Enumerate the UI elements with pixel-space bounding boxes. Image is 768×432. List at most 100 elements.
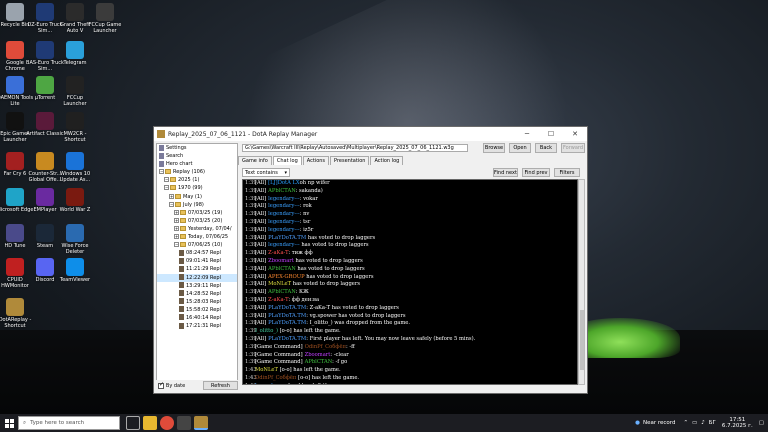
tray-status-text: Near record: [642, 420, 676, 426]
tree-node[interactable]: 13:29:11 Repl: [157, 282, 237, 290]
chat-scrollbar[interactable]: [578, 179, 585, 385]
find-prev-button[interactable]: Find prev: [522, 168, 550, 177]
forward-button[interactable]: Forward: [561, 143, 585, 153]
desktop-icon[interactable]: World War Z: [56, 188, 94, 213]
minimize-icon[interactable]: ─: [515, 130, 539, 138]
expand-toggle-icon[interactable]: +: [174, 225, 179, 231]
tree-node[interactable]: − July (98): [157, 201, 237, 209]
tree-node-label: 07/06/25 (10): [188, 242, 223, 249]
replay-file-icon: [179, 274, 184, 280]
tree-node[interactable]: − Replay (106): [157, 168, 237, 176]
chat-toolbar: Text contains ▾ Find next Find prev Filt…: [242, 168, 584, 177]
desktop-icon[interactable]: DotAReplay - Shortcut: [0, 298, 34, 329]
clock[interactable]: 17:51 6.7.2025 г.: [722, 417, 753, 429]
tab-chat-log[interactable]: Chat log: [272, 156, 302, 165]
app-icon[interactable]: [177, 416, 191, 430]
tree-node[interactable]: + Yesterday, 07/04/: [157, 225, 237, 233]
chat-time: 1:39: [245, 218, 257, 225]
tab-actions[interactable]: Actions: [302, 156, 330, 165]
dota-replay-taskbar-icon[interactable]: [194, 416, 208, 430]
filters-button[interactable]: Filters: [554, 168, 580, 177]
tree-node[interactable]: − 07/06/25 (10): [157, 241, 237, 249]
tree-node[interactable]: 17:21:31 Repl: [157, 322, 237, 330]
tree-node[interactable]: Settings: [157, 144, 237, 152]
maximize-icon[interactable]: ☐: [539, 130, 563, 138]
find-next-button[interactable]: Find next: [493, 168, 518, 177]
tab-action-log[interactable]: Action log: [370, 156, 404, 165]
chat-time: 1:43: [243, 383, 257, 384]
desktop-icon[interactable]: MW2CR - Shortcut: [56, 112, 94, 143]
chat-time: 1:39: [245, 312, 257, 319]
desktop-icon[interactable]: FCCup Launcher: [56, 76, 94, 107]
chat-channel: [All]: [255, 226, 267, 233]
expand-toggle-icon[interactable]: −: [164, 177, 169, 183]
tree-node[interactable]: 11:21:29 Repl: [157, 265, 237, 273]
chrome-icon[interactable]: [160, 416, 174, 430]
tree-node[interactable]: Hero chart: [157, 160, 237, 168]
open-button[interactable]: Open: [509, 143, 531, 153]
tree-node[interactable]: 15:58:02 Repl: [157, 306, 237, 314]
tree-node[interactable]: 15:28:03 Repl: [157, 298, 237, 306]
volume-icon[interactable]: ♪: [701, 420, 705, 426]
tree-node-label: Replay (106): [173, 169, 205, 176]
chat-log-panel[interactable]: 1:39[All] [LJ]DotA LXoh np wifer 1:39[All]…: [242, 179, 578, 385]
tree-node[interactable]: 12:22:09 Repl: [157, 273, 237, 282]
expand-toggle-icon[interactable]: +: [169, 193, 174, 199]
tree-node-label: Hero chart: [166, 161, 193, 168]
desktop-icon[interactable]: Telegram: [56, 41, 94, 66]
expand-toggle-icon[interactable]: −: [164, 185, 169, 191]
browse-button[interactable]: Browse: [483, 143, 505, 153]
task-view-icon[interactable]: [126, 416, 140, 430]
notifications-icon[interactable]: ▢: [759, 420, 764, 426]
expand-toggle-icon[interactable]: +: [174, 209, 179, 215]
by-date-checkbox[interactable]: [158, 381, 164, 389]
start-button[interactable]: [0, 414, 18, 432]
desktop-icon[interactable]: Windows 10 Update As...: [56, 152, 94, 183]
tab-game-info[interactable]: Game info: [238, 156, 272, 165]
replay-file-icon: [179, 249, 184, 256]
expand-toggle-icon[interactable]: +: [174, 217, 179, 223]
chat-message: : tsr: [299, 218, 311, 225]
expand-toggle-icon[interactable]: +: [174, 234, 179, 240]
tree-node[interactable]: +07/03/25 (19): [157, 209, 237, 217]
expand-toggle-icon[interactable]: −: [174, 242, 179, 248]
chat-channel: [All]: [255, 304, 267, 311]
replay-tree[interactable]: Settings Search Hero chart − Replay (106) −20…: [156, 143, 238, 391]
app-icon: [36, 3, 54, 21]
back-button[interactable]: Back: [535, 143, 557, 153]
tree-node[interactable]: − 2025 (1): [157, 176, 237, 184]
scrollbar-thumb[interactable]: [580, 310, 584, 370]
filter-select[interactable]: Text contains ▾: [242, 168, 290, 177]
refresh-button[interactable]: Refresh: [202, 381, 238, 390]
desktop-icon[interactable]: TeamViewer: [56, 258, 94, 283]
file-explorer-icon[interactable]: [143, 416, 157, 430]
desktop-icon[interactable]: Wise Force Deleter: [56, 224, 94, 255]
desktop-icon[interactable]: FCCup Game Launcher: [86, 3, 124, 34]
tree-node[interactable]: Search: [157, 152, 237, 160]
tree-node[interactable]: +07/03/25 (20): [157, 217, 237, 225]
tree-node[interactable]: 09:01:41 Repl: [157, 257, 237, 265]
tree-node[interactable]: + May (1): [157, 193, 237, 201]
chat-time: 1:39: [245, 335, 257, 342]
chat-line: 1:39[All] MoNLeT has voted to drop lagger…: [243, 281, 577, 289]
taskbar-search[interactable]: ⌕ Type here to search: [18, 416, 120, 430]
language-indicator[interactable]: БГ: [709, 420, 716, 426]
expand-toggle-icon[interactable]: −: [169, 201, 174, 207]
tree-node[interactable]: 16:40:14 Repl: [157, 314, 237, 322]
tab-presentation[interactable]: Presentation: [330, 156, 370, 165]
replay-file-icon: [179, 298, 184, 305]
tree-node[interactable]: 08:24:57 Repl: [157, 249, 237, 257]
tree-node[interactable]: + Today, 07/06/25: [157, 233, 237, 241]
replay-path-field[interactable]: G:\Games\Warcraft III\Replay\Autosaved\M…: [242, 144, 468, 152]
app-icon: [66, 112, 84, 130]
tree-node[interactable]: 14:28:52 Repl: [157, 290, 237, 298]
network-icon[interactable]: ▭: [692, 420, 697, 426]
chat-line: 1:39[All] legendary---: nv: [243, 211, 577, 219]
chat-channel: [All]: [255, 296, 267, 303]
chevron-up-icon[interactable]: ⌃: [683, 420, 688, 426]
chat-line: 1:39[All] Z-aKa-T: фф ден:ва: [243, 297, 577, 305]
close-icon[interactable]: ✕: [563, 130, 587, 138]
desktop-icon-label: Telegram: [63, 60, 87, 66]
tree-node[interactable]: − 1970 (99): [157, 184, 237, 192]
expand-toggle-icon[interactable]: −: [159, 169, 164, 175]
